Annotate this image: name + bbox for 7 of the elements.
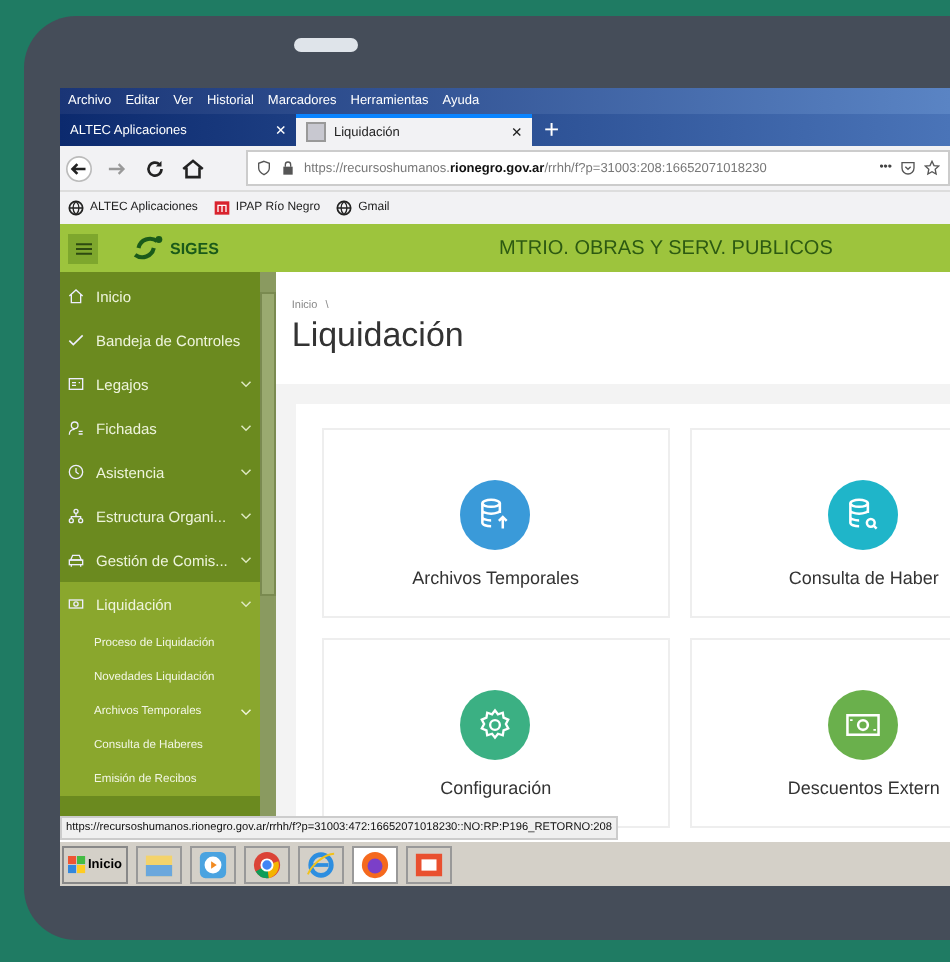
organization-name: MTRIO. OBRAS Y SERV. PUBLICOS: [498, 237, 833, 259]
app-logo-text: SIGES: [170, 239, 219, 257]
card-title: Consulta de Haber: [788, 567, 939, 587]
card-title: Archivos Temporales: [412, 567, 580, 587]
card-title: Descuentos Extern: [787, 777, 940, 797]
page-title: Liquidación: [291, 316, 466, 356]
card-title: Configuración: [440, 777, 552, 797]
